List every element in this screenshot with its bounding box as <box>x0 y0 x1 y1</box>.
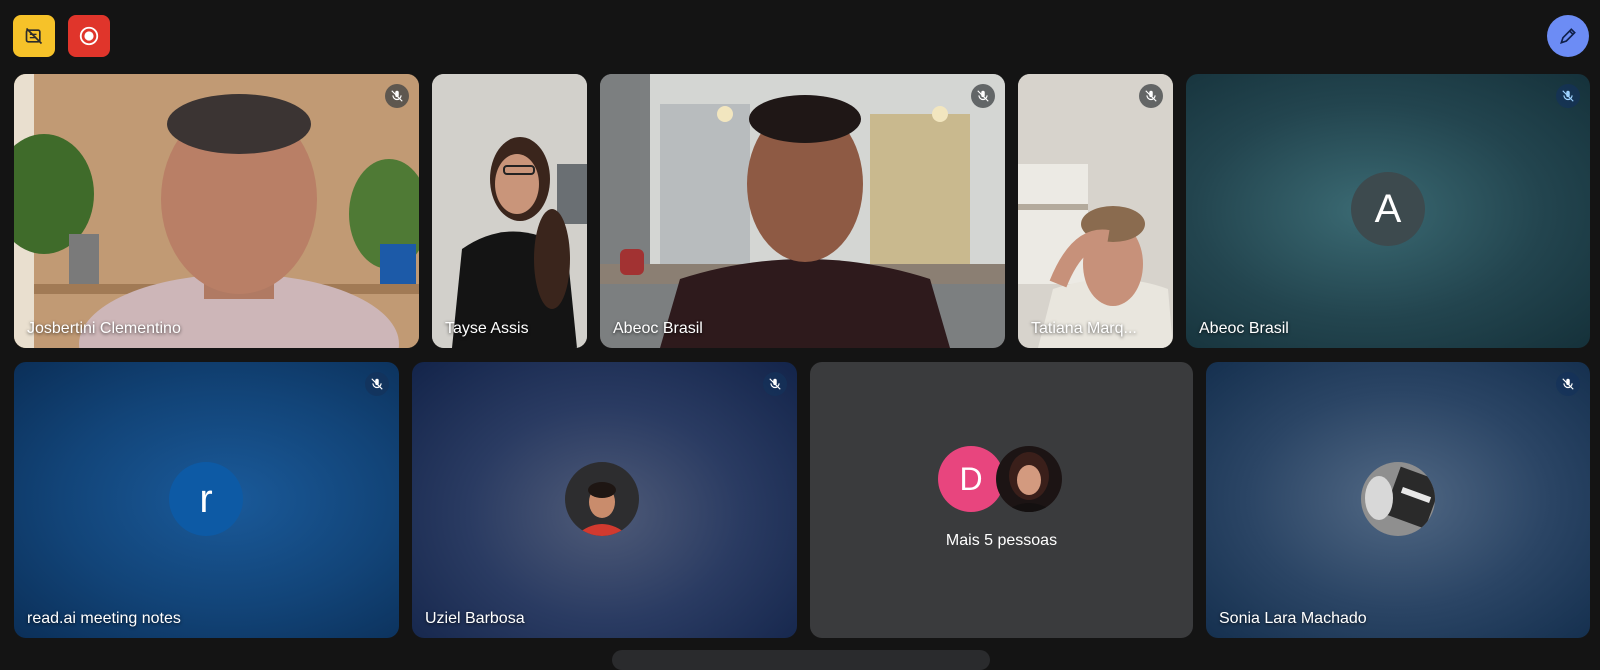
participant-name: Uziel Barbosa <box>425 610 525 627</box>
participant-video <box>1018 74 1173 348</box>
muted-mic-icon <box>763 372 787 396</box>
participant-name: Abeoc Brasil <box>613 320 703 337</box>
avatar <box>1361 462 1435 536</box>
participant-tile[interactable]: Josbertini Clementino <box>14 74 419 348</box>
participant-tile[interactable]: Tatiana Marq... <box>1018 74 1173 348</box>
recording-button[interactable] <box>68 15 110 57</box>
muted-mic-icon <box>1556 372 1580 396</box>
participant-name: Josbertini Clementino <box>27 320 181 337</box>
more-participants-label: Mais 5 pessoas <box>945 532 1058 549</box>
participant-video <box>14 74 419 348</box>
record-icon <box>79 26 99 46</box>
participant-video <box>600 74 1005 348</box>
avatar <box>996 446 1062 512</box>
participant-tile[interactable]: A Abeoc Brasil <box>1186 74 1590 348</box>
avatar <box>565 462 639 536</box>
participant-name: Sonia Lara Machado <box>1219 610 1367 627</box>
participant-tile[interactable]: r read.ai meeting notes <box>14 362 399 638</box>
participant-name: Tatiana Marq... <box>1031 320 1137 337</box>
edit-button[interactable] <box>1547 15 1589 57</box>
top-bar <box>0 0 1600 70</box>
muted-mic-icon <box>385 84 409 108</box>
muted-mic-icon <box>1139 84 1163 108</box>
participant-tile[interactable]: Tayse Assis <box>432 74 587 348</box>
muted-mic-icon <box>1556 84 1580 108</box>
participant-name: read.ai meeting notes <box>27 610 181 627</box>
muted-mic-icon <box>971 84 995 108</box>
no-video-layout-button[interactable] <box>13 15 55 57</box>
participant-tile[interactable]: Abeoc Brasil <box>600 74 1005 348</box>
avatar: D <box>938 446 1004 512</box>
participant-video <box>432 74 587 348</box>
avatar: r <box>169 462 243 536</box>
no-video-layout-icon <box>25 27 43 45</box>
participant-name: Abeoc Brasil <box>1199 320 1289 337</box>
call-controls-bar[interactable] <box>612 650 990 670</box>
participant-tile[interactable]: Uziel Barbosa <box>412 362 797 638</box>
muted-mic-icon <box>365 372 389 396</box>
participant-name: Tayse Assis <box>445 320 529 337</box>
edit-pen-icon <box>1560 28 1576 44</box>
participant-tile[interactable]: Sonia Lara Machado <box>1206 362 1590 638</box>
overflow-participants-tile[interactable]: D Mais 5 pessoas <box>810 362 1193 638</box>
avatar: A <box>1351 172 1425 246</box>
